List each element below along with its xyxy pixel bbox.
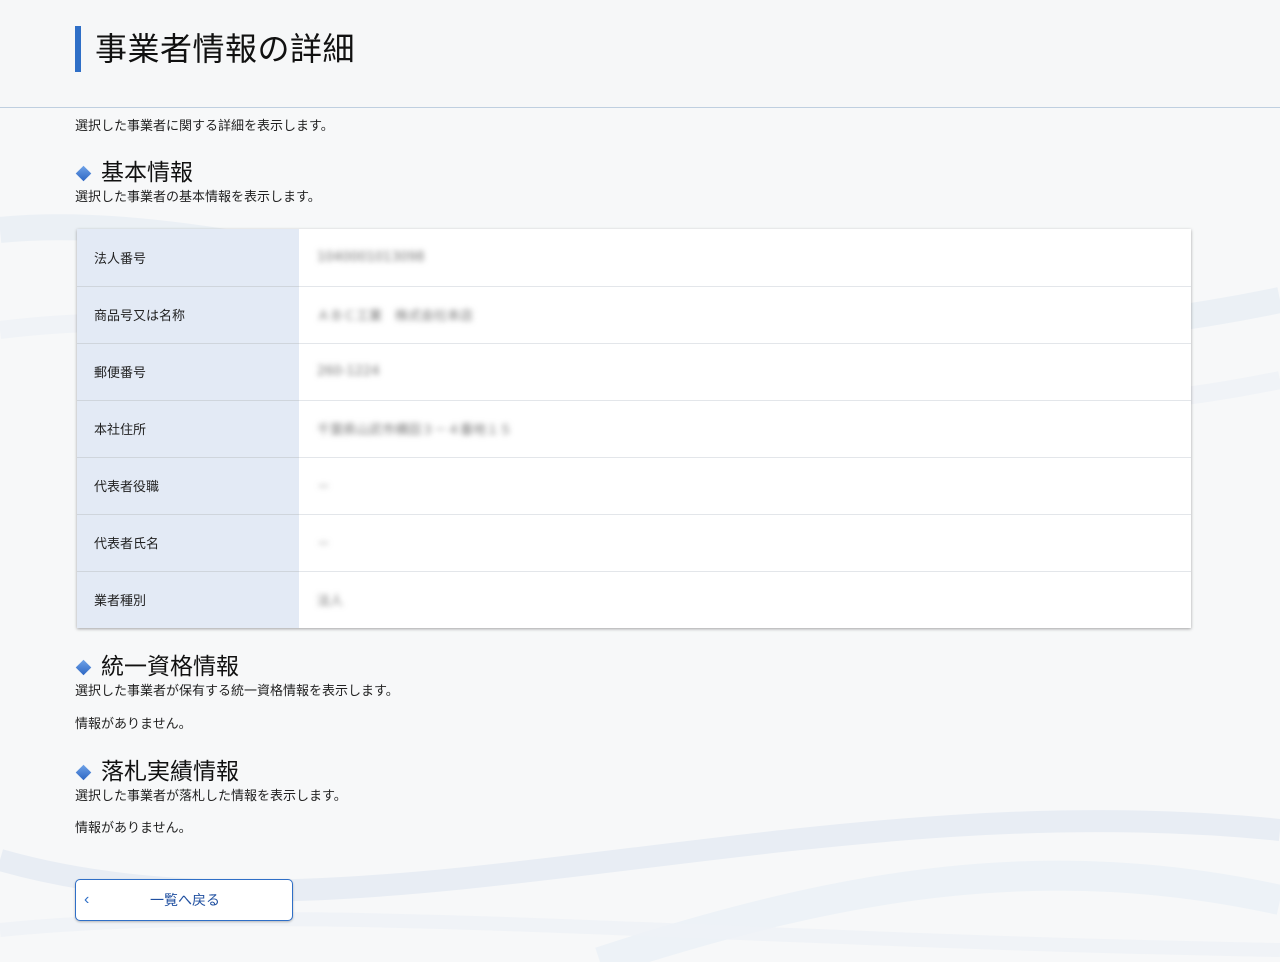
row-value-text: 法人: [317, 594, 344, 610]
title-accent-bar: [75, 26, 81, 72]
row-value-text: 千葉県山武市横田３－４番地１５: [317, 423, 513, 438]
row-value: 1040001013098: [299, 229, 1191, 287]
table-row: 業者種別 法人: [77, 571, 1191, 628]
row-label: 代表者氏名: [77, 514, 299, 572]
row-label: 代表者役職: [77, 457, 299, 515]
qualification-info-title: 統一資格情報: [101, 654, 239, 680]
row-value: ＡＢＣ工業 株式会社本店: [299, 286, 1191, 344]
back-button-label: 一覧へ戻る: [150, 892, 220, 908]
award-info-title: 落札実績情報: [101, 759, 239, 785]
row-value: 千葉県山武市横田３－４番地１５: [299, 400, 1191, 458]
row-label: 本社住所: [77, 400, 299, 458]
table-row: 法人番号 1040001013098: [77, 229, 1191, 287]
row-value-text: －: [317, 480, 331, 495]
table-row: 代表者役職 －: [77, 457, 1191, 515]
qualification-empty-message: 情報がありません。: [75, 717, 192, 732]
row-value: －: [299, 457, 1191, 515]
basic-info-heading: 基本情報: [75, 158, 193, 188]
award-info-description: 選択した事業者が落札した情報を表示します。: [75, 789, 347, 804]
row-value-text: －: [317, 537, 331, 552]
basic-info-description: 選択した事業者の基本情報を表示します。: [75, 190, 321, 205]
qualification-info-heading: 統一資格情報: [75, 652, 239, 682]
diamond-bullet-icon: [75, 165, 92, 181]
basic-info-title: 基本情報: [101, 160, 193, 186]
diamond-bullet-icon: [75, 659, 92, 675]
page-title: 事業者情報の詳細: [95, 30, 356, 68]
row-label: 商品号又は名称: [77, 286, 299, 344]
row-value-text: 1040001013098: [317, 249, 425, 265]
diamond-bullet-icon: [75, 764, 92, 780]
row-value: －: [299, 514, 1191, 572]
award-info-heading: 落札実績情報: [75, 757, 239, 787]
table-row: 代表者氏名 －: [77, 514, 1191, 572]
row-value: 法人: [299, 571, 1191, 628]
row-label: 業者種別: [77, 571, 299, 628]
table-row: 郵便番号 260-1224: [77, 343, 1191, 401]
row-value-text: ＡＢＣ工業 株式会社本店: [317, 309, 474, 324]
page-header: 事業者情報の詳細: [0, 0, 1280, 108]
basic-info-table: 法人番号 1040001013098 商品号又は名称 ＡＢＣ工業 株式会社本店 …: [77, 229, 1191, 628]
table-row: 商品号又は名称 ＡＢＣ工業 株式会社本店: [77, 286, 1191, 344]
table-row: 本社住所 千葉県山武市横田３－４番地１５: [77, 400, 1191, 458]
page-description: 選択した事業者に関する詳細を表示します。: [75, 119, 334, 134]
back-to-list-button[interactable]: ‹ 一覧へ戻る: [75, 879, 293, 921]
award-empty-message: 情報がありません。: [75, 821, 192, 836]
row-label: 郵便番号: [77, 343, 299, 401]
qualification-info-description: 選択した事業者が保有する統一資格情報を表示します。: [75, 684, 399, 699]
row-label: 法人番号: [77, 229, 299, 287]
row-value-text: 260-1224: [317, 364, 380, 379]
row-value: 260-1224: [299, 343, 1191, 401]
